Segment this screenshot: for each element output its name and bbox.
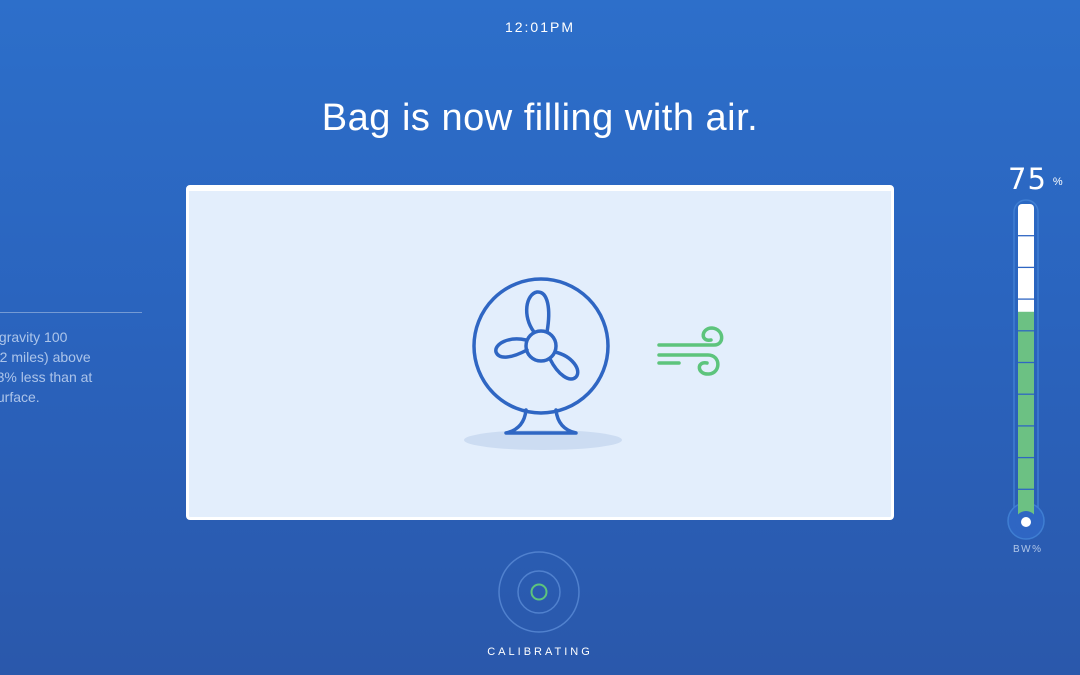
fan-illustration (464, 277, 724, 450)
gauge-label: BW% (1013, 544, 1043, 555)
thermometer-icon (1007, 199, 1045, 540)
gauge-bulb-center (1021, 517, 1031, 527)
side-fact-text: rce of gravity 100 tres (62 miles) above… (0, 327, 142, 407)
illustration-card (186, 185, 894, 520)
status-time: 12:01PM (504, 19, 576, 35)
side-fact-divider (0, 312, 142, 313)
side-fact-line: rth's surface. (0, 389, 40, 405)
calibrating-dot (530, 583, 548, 601)
bw-gauge: 75% BW% (1000, 160, 1080, 560)
calibrating-outer-ring (498, 551, 580, 633)
fan-icon (472, 277, 610, 435)
page-title: Bag is now filling with air. (321, 97, 759, 139)
calibrating-label: CALIBRATING (487, 646, 593, 658)
calibrating-inner-ring (517, 570, 561, 614)
side-fact-panel: rce of gravity 100 tres (62 miles) above… (0, 312, 142, 407)
side-fact-line: tres (62 miles) above (0, 349, 91, 365)
side-fact-line: s just 3% less than at (0, 369, 93, 385)
wind-icon (657, 326, 724, 376)
side-fact-line: rce of gravity 100 (0, 329, 68, 345)
calibrating-indicator (498, 551, 580, 633)
